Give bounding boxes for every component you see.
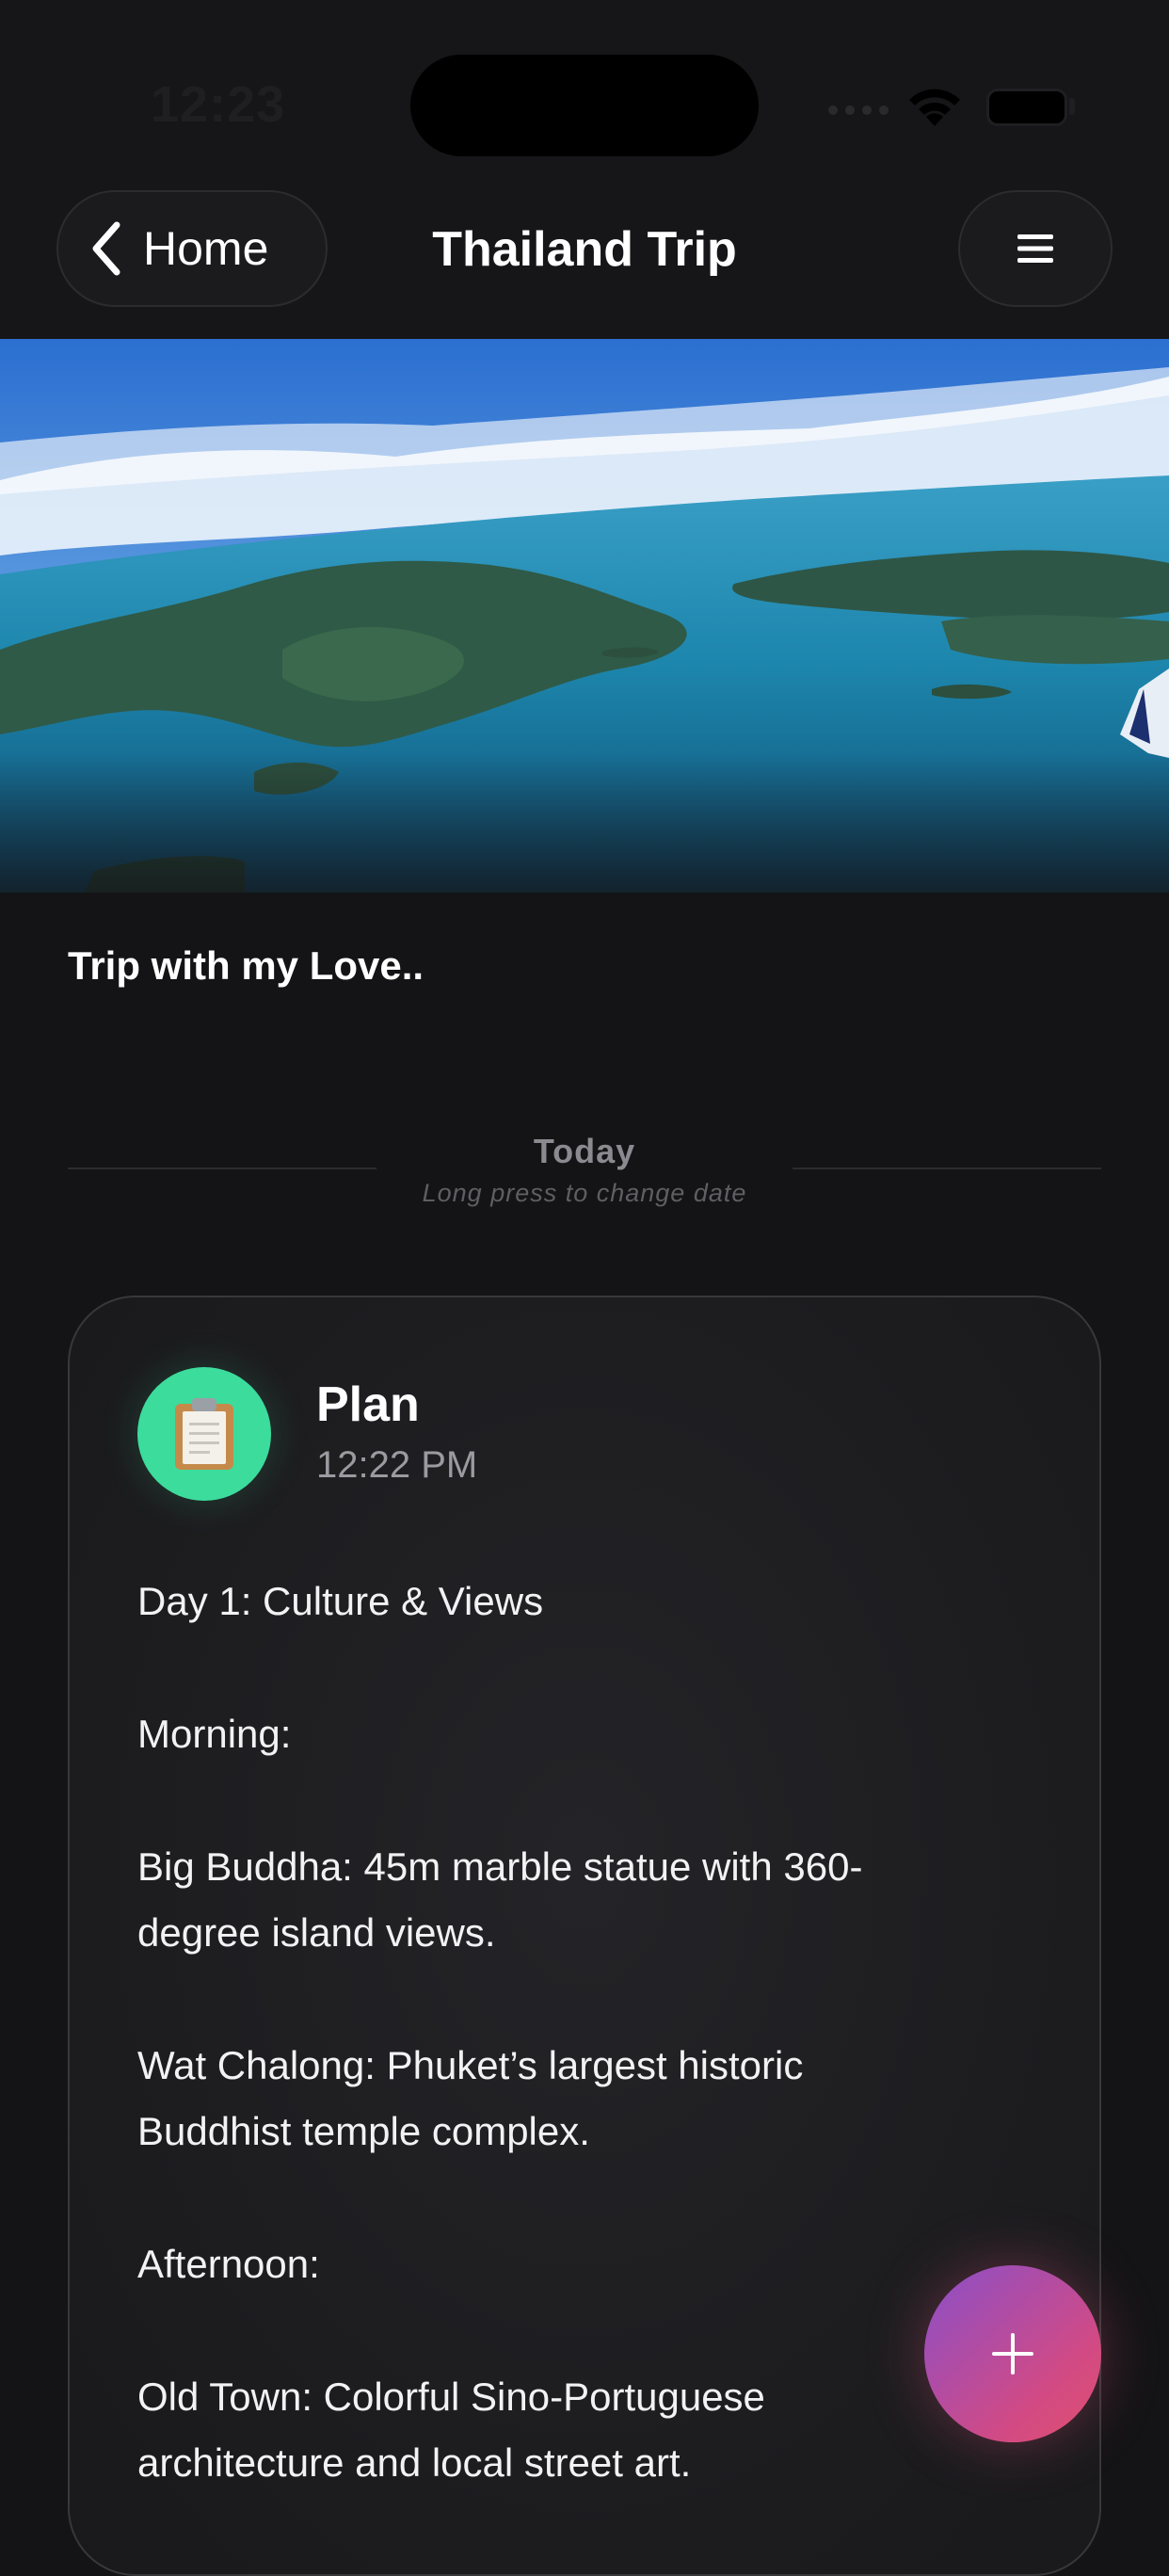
- entry-text-line: Buddhist temple complex.: [137, 2109, 590, 2153]
- entry-text-line: Big Buddha: 45m marble statue with 360-: [137, 1844, 863, 1889]
- entry-text-line: Morning:: [137, 1712, 292, 1756]
- cellular-signal-icon: [828, 105, 889, 115]
- add-entry-button[interactable]: [924, 2265, 1101, 2442]
- entry-text-line: Day 1: Culture & Views: [137, 1579, 544, 1623]
- entry-text-line: architecture and local street art.: [137, 2440, 692, 2485]
- hamburger-menu-icon: [1017, 234, 1053, 263]
- date-divider-label[interactable]: Today: [0, 1132, 1169, 1171]
- aerial-island-photo: [0, 339, 1169, 893]
- entry-title: Plan: [316, 1377, 420, 1432]
- date-change-hint: Long press to change date: [422, 1179, 747, 1207]
- trip-cover-photo[interactable]: [0, 339, 1169, 893]
- entry-text-line: Wat Chalong: Phuket’s largest historic: [137, 2043, 804, 2087]
- nav-bar: Home Thailand Trip: [0, 169, 1169, 339]
- entry-blank-line: [137, 1767, 1041, 1834]
- entry-text-line: degree island views.: [137, 1910, 496, 1955]
- plan-category-avatar: [137, 1367, 271, 1501]
- status-bar: 12:23: [0, 0, 1169, 169]
- plus-icon: [992, 2333, 1033, 2375]
- entry-body: Day 1: Culture & Views Morning: Big Budd…: [137, 1569, 1041, 2496]
- entry-text-line: Old Town: Colorful Sino-Portuguese: [137, 2375, 765, 2419]
- wifi-icon: [909, 89, 960, 126]
- entry-text-line: Afternoon:: [137, 2242, 320, 2286]
- menu-button[interactable]: [958, 190, 1113, 307]
- entry-timestamp: 12:22 PM: [316, 1444, 478, 1486]
- dynamic-island: [410, 55, 759, 156]
- battery-nub: [1069, 98, 1075, 115]
- trip-description: Trip with my Love..: [68, 943, 424, 988]
- status-time: 12:23: [151, 76, 286, 133]
- entry-blank-line: [137, 2165, 1041, 2231]
- entry-blank-line: [137, 1634, 1041, 1701]
- clipboard-icon: [175, 1398, 233, 1470]
- entry-blank-line: [137, 2297, 1041, 2364]
- battery-icon: [986, 89, 1067, 126]
- entry-blank-line: [137, 1966, 1041, 2033]
